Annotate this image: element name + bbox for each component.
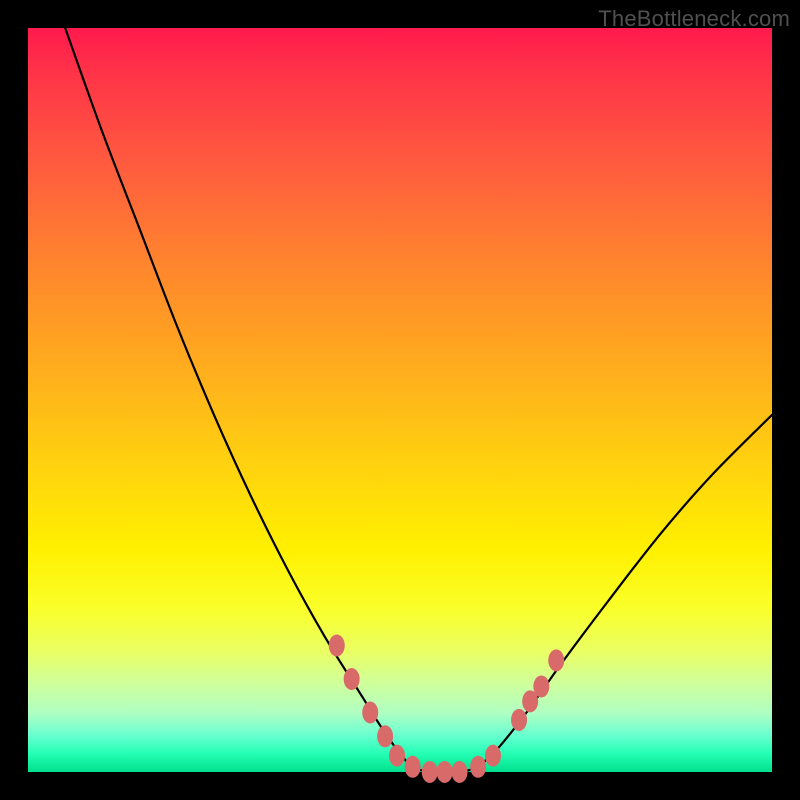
curve-marker <box>533 675 549 697</box>
curve-marker <box>437 761 453 783</box>
curve-marker <box>389 745 405 767</box>
curve-marker <box>485 745 501 767</box>
curve-marker <box>548 649 564 671</box>
curve-marker <box>470 756 486 778</box>
curve-marker <box>511 709 527 731</box>
curve-marker <box>377 725 393 747</box>
curve-marker <box>329 635 345 657</box>
curve-marker <box>344 668 360 690</box>
bottleneck-curve <box>65 28 772 772</box>
curve-markers <box>329 635 564 783</box>
curve-marker <box>452 761 468 783</box>
chart-svg <box>28 28 772 772</box>
curve-marker <box>405 756 421 778</box>
curve-marker <box>422 761 438 783</box>
curve-marker <box>362 701 378 723</box>
